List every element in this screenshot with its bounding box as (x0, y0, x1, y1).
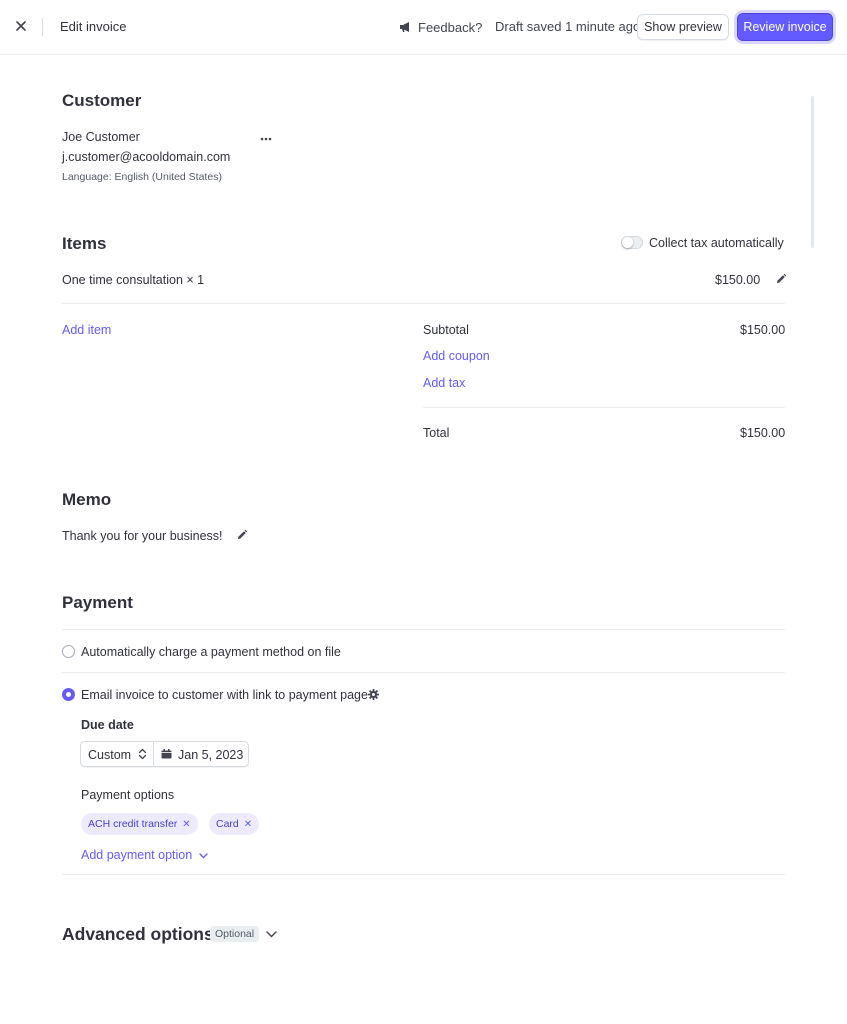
toggle-knob (622, 237, 633, 248)
add-coupon-link[interactable]: Add coupon (423, 349, 490, 363)
auto-charge-label[interactable]: Automatically charge a payment method on… (81, 645, 341, 659)
chip-label: Card (216, 818, 239, 830)
due-date-picker[interactable]: Jan 5, 2023 (154, 742, 248, 766)
draft-status: Draft saved 1 minute ago (495, 19, 641, 34)
divider (423, 407, 785, 408)
items-heading: Items (62, 234, 107, 253)
close-icon[interactable] (12, 17, 30, 35)
add-item-link[interactable]: Add item (62, 323, 111, 337)
email-invoice-label[interactable]: Email invoice to customer with link to p… (81, 688, 368, 702)
collect-tax-toggle[interactable] (621, 236, 643, 249)
email-invoice-radio[interactable] (62, 688, 75, 701)
memo-heading: Memo (62, 490, 112, 509)
scrollbar[interactable] (811, 96, 814, 248)
customer-name: Joe Customer (62, 130, 140, 144)
remove-chip-icon[interactable]: ✕ (244, 819, 252, 830)
subtotal-value: $150.00 (740, 323, 786, 337)
customer-heading: Customer (62, 91, 142, 110)
due-date-value: Jan 5, 2023 (178, 748, 244, 762)
due-mode-select[interactable]: Custom (81, 742, 154, 766)
remove-chip-icon[interactable]: ✕ (182, 819, 190, 830)
payment-option-chip: ACH credit transfer ✕ (81, 813, 198, 835)
divider (62, 629, 785, 630)
auto-charge-radio[interactable] (62, 645, 75, 658)
customer-email: j.customer@acooldomain.com (62, 150, 231, 164)
feedback-label: Feedback? (418, 19, 483, 35)
due-date-control: Custom Jan 5, 2023 (80, 741, 249, 767)
megaphone-icon (400, 22, 409, 32)
advanced-options-heading[interactable]: Advanced options (62, 924, 214, 945)
divider (62, 874, 785, 875)
divider (42, 18, 43, 36)
payment-options-label: Payment options (81, 788, 175, 802)
collect-tax-label: Collect tax automatically (649, 236, 784, 250)
show-preview-button[interactable]: Show preview (637, 14, 729, 40)
line-item-description: One time consultation × 1 (62, 273, 205, 287)
chevron-down-icon (199, 853, 208, 859)
edit-line-item-pencil-icon[interactable] (775, 273, 787, 285)
total-value: $150.00 (740, 426, 786, 440)
top-bar: Edit invoice Feedback? Draft saved 1 min… (0, 0, 847, 55)
due-date-label: Due date (81, 718, 134, 732)
total-label: Total (423, 426, 450, 440)
payment-option-chip: Card ✕ (209, 813, 260, 835)
edit-memo-pencil-icon[interactable] (236, 529, 248, 541)
feedback-button[interactable]: Feedback? (398, 18, 482, 36)
divider (62, 303, 785, 304)
customer-language: Language: English (United States) (62, 171, 222, 183)
add-tax-link[interactable]: Add tax (423, 376, 465, 390)
calendar-icon (161, 749, 172, 759)
add-payment-option-label: Add payment option (81, 848, 193, 862)
add-payment-option-link[interactable]: Add payment option (81, 848, 208, 862)
select-chevrons-icon (138, 748, 147, 760)
review-invoice-button[interactable]: Review invoice (737, 13, 833, 41)
optional-badge: Optional (210, 926, 260, 942)
more-options-icon[interactable] (259, 133, 273, 145)
divider (62, 672, 785, 673)
page-title: Edit invoice (60, 19, 127, 34)
settings-gear-icon[interactable] (368, 689, 379, 700)
payment-heading: Payment (62, 593, 133, 612)
line-item-amount: $150.00 (715, 273, 761, 287)
chip-label: ACH credit transfer (88, 818, 178, 830)
subtotal-label: Subtotal (423, 323, 469, 337)
chevron-down-icon[interactable] (266, 931, 277, 938)
memo-text: Thank you for your business! (62, 529, 223, 543)
due-mode-value: Custom (88, 748, 132, 762)
